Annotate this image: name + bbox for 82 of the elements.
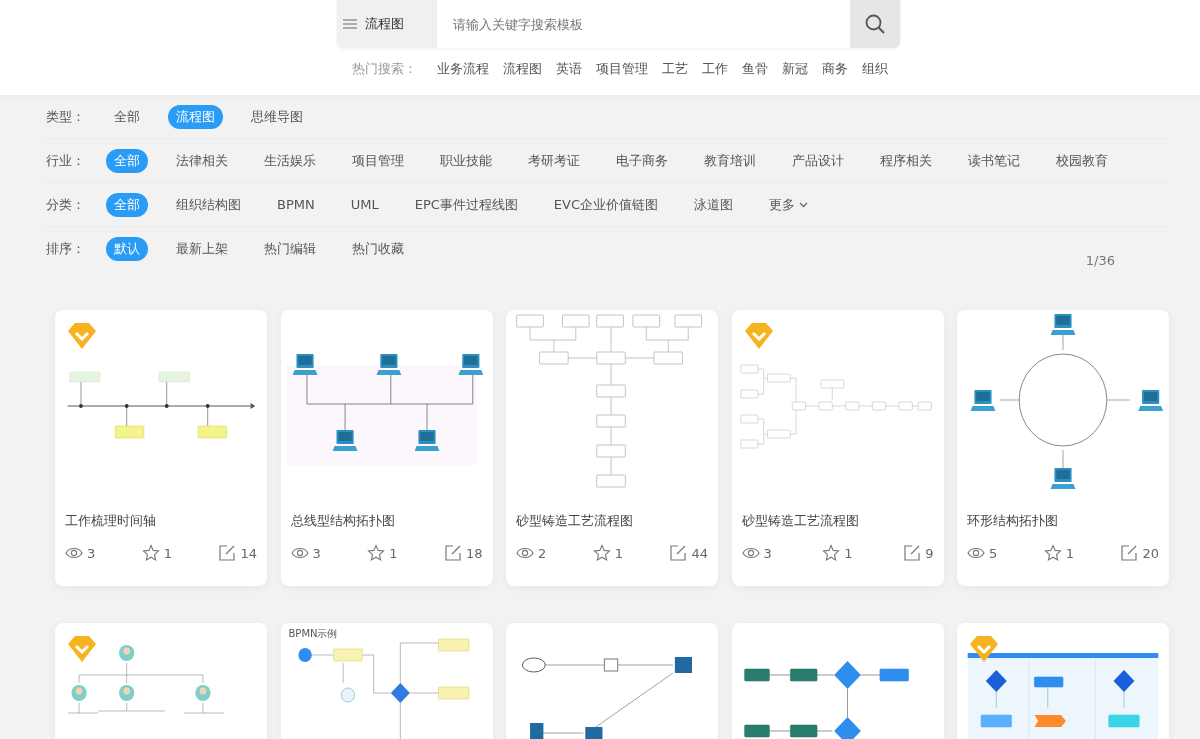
template-card[interactable]: 砂型铸造工艺流程图 2 1 44 (506, 310, 718, 586)
filter-option[interactable]: 程序相关 (872, 148, 940, 173)
filter-option[interactable]: UML (342, 194, 387, 215)
filter-option[interactable]: 职业技能 (432, 148, 500, 173)
stat-count: 5 (989, 545, 998, 561)
stat-count: 18 (465, 545, 483, 561)
stat-count: 1 (614, 545, 623, 561)
page-indicator: 1/36 (1085, 253, 1115, 268)
stat-count: 20 (1142, 545, 1159, 561)
stat-count: 3 (763, 545, 772, 561)
filter-option[interactable]: 项目管理 (344, 148, 412, 173)
card-title: 总线型结构拓扑图 (289, 512, 396, 530)
filter-label: 分类： (46, 195, 86, 214)
template-card[interactable]: 总线型结构拓扑图 3 1 18 (280, 310, 493, 586)
hot-search-link[interactable]: 商务 (822, 60, 848, 78)
filter-option[interactable]: 教育培训 (696, 148, 764, 173)
filter-label: 类型： (46, 107, 86, 126)
hot-search-link[interactable]: 工作 (702, 60, 728, 78)
filter-option[interactable]: EVC企业价值链图 (545, 192, 666, 217)
stat-count: 14 (240, 545, 257, 561)
card-title: 砂型铸造工艺流程图 (740, 512, 860, 530)
stat-count: 3 (87, 545, 96, 561)
filter-option[interactable]: 法律相关 (168, 148, 236, 173)
hot-search-link[interactable]: 业务流程 (437, 60, 489, 78)
template-card[interactable]: BPMN示例 (280, 623, 493, 739)
filter-label: 排序： (46, 239, 86, 258)
stat-count: 9 (925, 545, 934, 561)
hot-search-link[interactable]: 工艺 (662, 60, 688, 78)
template-card[interactable]: 工作梳理时间轴 3 1 14 (55, 310, 267, 586)
filter-option[interactable]: 生活娱乐 (256, 148, 324, 173)
hot-search-link[interactable]: 鱼骨 (742, 60, 768, 78)
hot-search-link[interactable]: 英语 (556, 60, 582, 78)
edit-icon (903, 544, 922, 562)
filter-option[interactable]: 组织结构图 (168, 192, 249, 217)
stat-count: 1 (163, 545, 172, 561)
chevron-down-icon (799, 201, 808, 208)
hot-search-link[interactable]: 流程图 (503, 60, 542, 78)
template-card[interactable]: 砂型铸造工艺流程图 3 1 9 (731, 310, 944, 586)
edit-icon (1120, 544, 1139, 562)
stat-count: 3 (312, 545, 321, 561)
star-icon (367, 544, 386, 562)
star-icon (141, 544, 160, 562)
hot-search-link[interactable]: 项目管理 (596, 60, 648, 78)
category-dropdown[interactable]: 流程图 (337, 0, 437, 48)
stat-count: 1 (389, 545, 398, 561)
filter-option[interactable]: 产品设计 (784, 148, 852, 173)
edit-icon (218, 544, 237, 562)
star-icon (592, 544, 611, 562)
filter-option[interactable]: 思维导图 (243, 104, 311, 129)
card-title: 环形结构拓扑图 (966, 512, 1059, 530)
filter-option[interactable]: 最新上架 (168, 236, 236, 261)
hot-search-label: 热门搜索： (352, 60, 417, 78)
star-icon (1043, 544, 1062, 562)
filter-option[interactable]: 全部 (106, 104, 148, 129)
search-button[interactable] (850, 0, 900, 48)
filter-option[interactable]: 热门编辑 (256, 236, 324, 261)
template-card[interactable]: 环形结构拓扑图 5 1 20 (957, 310, 1169, 586)
star-icon (822, 544, 841, 562)
more-dropdown[interactable]: 更多 (761, 192, 816, 217)
edit-icon (669, 544, 688, 562)
filter-option[interactable]: 校园教育 (1048, 148, 1116, 173)
edit-icon (443, 544, 462, 562)
stat-count: 44 (691, 545, 708, 561)
stat-count: 2 (538, 545, 547, 561)
search-icon (864, 13, 886, 35)
card-title: 砂型铸造工艺流程图 (515, 512, 634, 530)
filter-option[interactable]: 读书笔记 (960, 148, 1028, 173)
filter-option[interactable]: EPC事件过程线图 (406, 192, 526, 217)
filter-option[interactable]: 热门收藏 (344, 236, 412, 261)
filter-option[interactable]: 考研考证 (520, 148, 588, 173)
menu-icon (343, 19, 357, 29)
filter-label: 行业： (46, 151, 86, 170)
diagram-caption: BPMN示例 (288, 627, 338, 641)
filter-option[interactable]: BPMN (269, 194, 323, 215)
hot-search-link[interactable]: 新冠 (782, 60, 808, 78)
hot-search-link[interactable]: 组织 (862, 60, 888, 78)
stat-count: 1 (1065, 545, 1074, 561)
stat-count: 1 (844, 545, 853, 561)
search-field[interactable]: 请输入关键字搜索模板 (437, 0, 850, 48)
card-title: 工作梳理时间轴 (64, 512, 157, 530)
filter-option[interactable]: 电子商务 (608, 148, 676, 173)
filter-option[interactable]: 泳道图 (686, 192, 741, 217)
